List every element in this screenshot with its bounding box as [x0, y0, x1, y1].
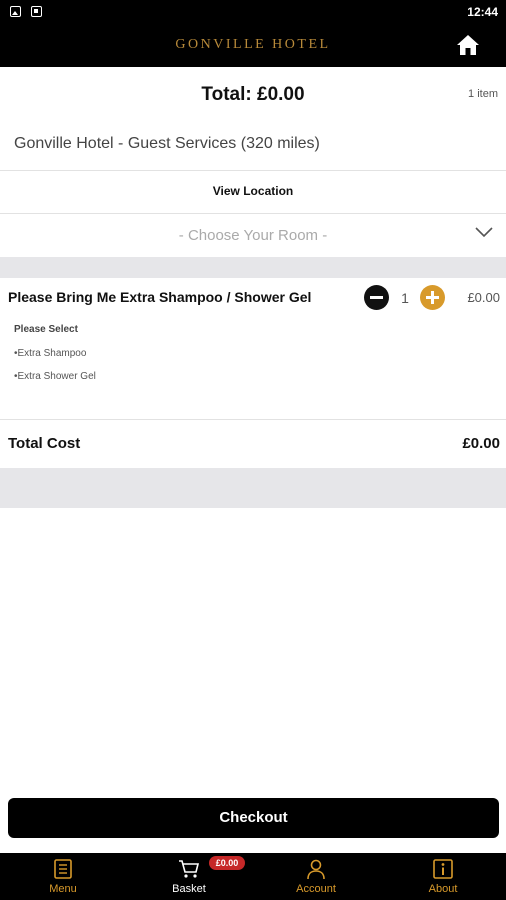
bottom-tab-bar: Menu Basket Account About — [0, 853, 506, 900]
option-item: •Extra Shampoo — [14, 348, 87, 359]
tab-account-label: Account — [296, 883, 336, 895]
menu-book-icon — [54, 859, 72, 879]
info-icon — [433, 859, 453, 879]
chevron-down-icon — [475, 227, 493, 238]
total-cost-label: Total Cost — [8, 435, 81, 452]
home-icon[interactable] — [456, 34, 480, 56]
options-heading: Please Select — [14, 324, 78, 335]
section-separator — [0, 468, 506, 508]
checkout-button[interactable]: Checkout — [8, 798, 499, 838]
item-price: £0.00 — [467, 290, 500, 305]
status-bar: 12:44 — [0, 0, 506, 24]
tab-about[interactable]: About — [380, 853, 506, 900]
item-quantity: 1 — [401, 290, 409, 306]
divider — [0, 170, 506, 171]
total-cost-value: £0.00 — [462, 435, 500, 452]
item-count: 1 item — [468, 88, 498, 100]
app-notification-icon — [31, 6, 42, 17]
status-time: 12:44 — [467, 5, 498, 19]
order-total: Total: £0.00 — [201, 84, 305, 105]
image-notification-icon — [10, 6, 21, 17]
order-summary: Total: £0.00 1 item — [0, 67, 506, 122]
basket-item-title: Please Bring Me Extra Shampoo / Shower G… — [8, 289, 312, 305]
decrease-quantity-button[interactable] — [364, 285, 389, 310]
brand-title: GONVILLE HOTEL — [175, 37, 331, 52]
section-separator — [0, 257, 506, 278]
room-select-placeholder: - Choose Your Room - — [178, 227, 328, 244]
tab-menu[interactable]: Menu — [0, 853, 126, 900]
view-location-link[interactable]: View Location — [0, 184, 506, 198]
cart-icon — [179, 860, 200, 878]
increase-quantity-button[interactable] — [420, 285, 445, 310]
basket-total-badge: £0.00 — [209, 856, 245, 870]
tab-basket-label: Basket — [172, 883, 206, 895]
room-select[interactable]: - Choose Your Room - — [0, 214, 506, 257]
app-header: GONVILLE HOTEL — [0, 24, 506, 67]
person-icon — [307, 859, 325, 880]
tab-menu-label: Menu — [49, 883, 77, 895]
tab-account[interactable]: Account — [253, 853, 379, 900]
venue-name: Gonville Hotel - Guest Services (320 mil… — [14, 135, 320, 152]
option-item: •Extra Shower Gel — [14, 371, 96, 382]
tab-about-label: About — [428, 883, 458, 895]
divider — [0, 419, 506, 420]
